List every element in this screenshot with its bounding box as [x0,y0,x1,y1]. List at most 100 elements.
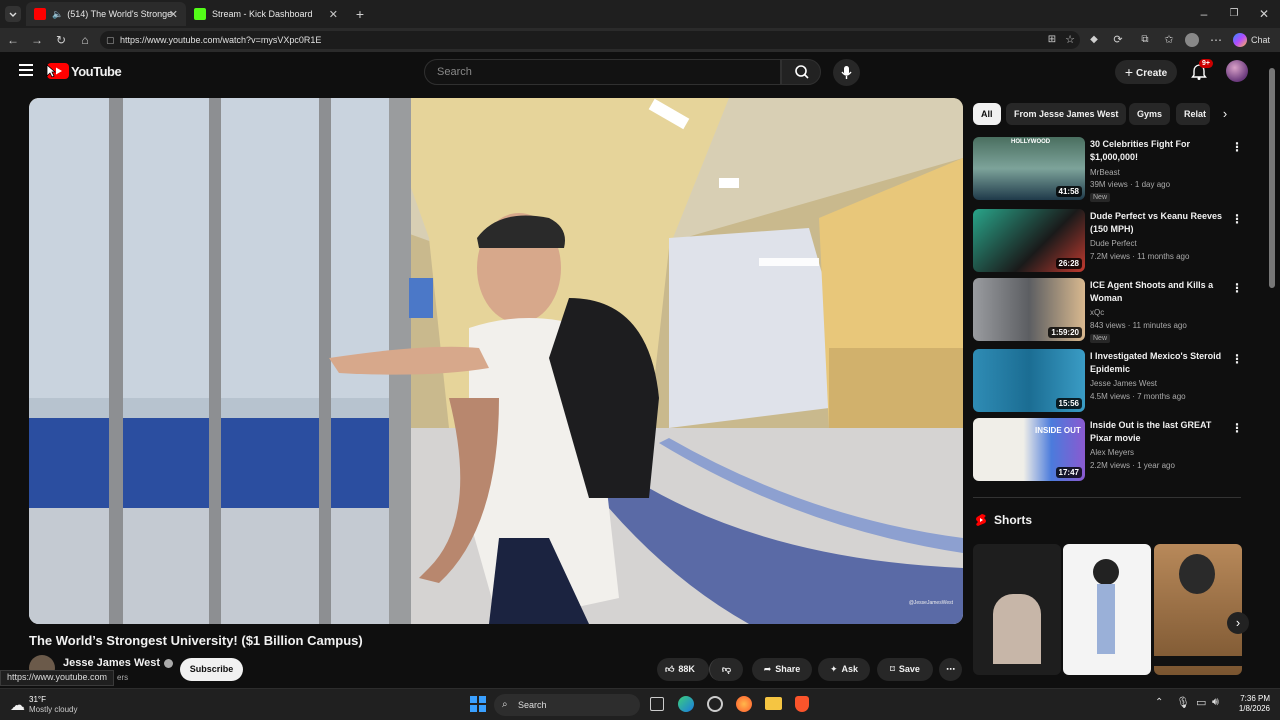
search-button[interactable] [781,59,821,85]
windows-start-icon[interactable] [470,696,486,712]
more-actions-button[interactable]: ⋯ [939,658,962,681]
video-thumbnail[interactable]: 15:56 [973,349,1085,412]
recommendation-item[interactable]: INSIDE OUT 17:47 Inside Out is the last … [973,418,1243,482]
video-thumbnail[interactable]: 26:28 [973,209,1085,272]
close-tab-icon[interactable]: ✕ [169,8,178,21]
tab-youtube[interactable]: 🔈 (514) The World's Strongest U ✕ [26,2,186,26]
more-vert-icon[interactable]: ⋮ [1231,421,1243,435]
duration-badge: 15:56 [1055,398,1082,409]
weather-widget[interactable]: ☁ 31°F Mostly cloudy [10,695,77,715]
hamburger-menu-icon[interactable] [19,64,33,76]
extensions-puzzle-icon[interactable]: ⟳ [1110,32,1126,48]
rec-title[interactable]: ICE Agent Shoots and Kills a Woman [1090,279,1225,305]
bookmark-icon: ⌑ [890,664,895,674]
rec-channel[interactable]: Alex Meyers [1090,448,1134,457]
app-circle-icon[interactable] [707,696,723,712]
recommendation-item[interactable]: 1:59:20 ICE Agent Shoots and Kills a Wom… [973,278,1243,343]
rec-channel[interactable]: xQc [1090,308,1104,317]
address-bar[interactable]: ▢ https://www.youtube.com/watch?v=mysVXp… [100,31,1080,49]
create-button[interactable]: + Create [1115,60,1177,84]
minimize-icon[interactable]: – [1196,6,1212,22]
rec-title[interactable]: Inside Out is the last GREAT Pixar movie [1090,419,1225,445]
home-icon[interactable]: ⌂ [77,32,93,48]
ask-button[interactable]: ✦ Ask [818,658,870,681]
dislike-button[interactable]: 👎︎ [709,658,743,681]
page-scrollbar[interactable] [1268,60,1276,688]
more-vert-icon[interactable]: ⋮ [1231,140,1243,154]
speaker-icon[interactable]: 🔈 [52,9,63,20]
rec-channel[interactable]: Jesse James West [1090,379,1157,388]
volume-icon[interactable]: 🔊︎ [1212,696,1219,709]
refresh-icon[interactable]: ↻ [53,32,69,48]
short-thumbnail[interactable] [973,544,1061,675]
favorites-icon[interactable]: ✩ [1161,32,1177,48]
app-available-icon[interactable]: ⊞ [1044,32,1060,48]
rec-title[interactable]: 30 Celebrities Fight For $1,000,000! [1090,138,1225,164]
profile-avatar-icon[interactable] [1185,33,1199,47]
voice-search-button[interactable] [833,59,860,86]
chevron-right-icon[interactable]: › [1216,106,1234,124]
network-icon[interactable]: ▭ [1196,696,1206,709]
recommendation-item[interactable]: 15:56 I Investigated Mexico's Steroid Ep… [973,349,1243,413]
search-icon: ⌕ [502,699,508,710]
rec-channel[interactable]: MrBeast [1090,168,1120,177]
chip-from-channel[interactable]: From Jesse James West [1006,103,1127,125]
more-menu-icon[interactable]: ⋯ [1208,32,1224,48]
more-vert-icon[interactable]: ⋮ [1231,212,1243,226]
file-explorer-icon[interactable] [765,697,782,710]
save-button[interactable]: ⌑ Save [877,658,933,681]
notifications-button[interactable]: 9+ [1190,59,1213,81]
microphone-tray-icon[interactable]: 🎙︎ [1176,696,1190,709]
rec-channel[interactable]: Dude Perfect [1090,239,1137,248]
search-placeholder: Search [437,66,472,78]
more-vert-icon[interactable]: ⋮ [1231,281,1243,295]
shorts-next-icon[interactable]: › [1227,612,1249,634]
recommendation-item[interactable]: 26:28 Dude Perfect vs Keanu Reeves (150 … [973,209,1243,273]
chevron-up-icon[interactable]: ⌃ [1155,697,1163,708]
short-thumbnail[interactable] [1154,544,1242,675]
brave-browser-icon[interactable] [795,696,809,712]
extension-icon[interactable]: ◆ [1086,32,1102,48]
channel-name-link[interactable]: Jesse James West [63,657,174,669]
shorts-icon [976,514,986,526]
rec-title[interactable]: Dude Perfect vs Keanu Reeves (150 MPH) [1090,210,1225,236]
forward-icon[interactable]: → [29,32,45,48]
video-thumbnail[interactable]: 1:59:20 [973,278,1085,341]
favorite-star-icon[interactable]: ☆ [1062,32,1078,48]
recommendation-item[interactable]: HOLLYWOOD 41:58 30 Celebrities Fight For… [973,137,1243,202]
tab-kick-dashboard[interactable]: Stream - Kick Dashboard ✕ [186,2,346,26]
scrollbar-thumb[interactable] [1269,68,1275,288]
video-thumbnail[interactable]: INSIDE OUT 17:47 [973,418,1085,481]
chip-related[interactable]: Relat [1176,103,1210,125]
duration-badge: 41:58 [1055,186,1082,197]
youtube-logo[interactable]: YouTube [47,63,122,79]
firefox-icon[interactable] [736,696,752,712]
share-button[interactable]: ➦ Share [752,658,812,681]
rec-title[interactable]: I Investigated Mexico's Steroid Epidemic [1090,350,1225,376]
short-thumbnail[interactable] [1063,544,1151,675]
chip-gyms[interactable]: Gyms [1129,103,1171,125]
more-horizontal-icon: ⋯ [946,664,955,674]
copilot-chat-button[interactable]: Chat [1233,32,1270,48]
site-info-icon[interactable]: ▢ [106,31,115,49]
task-view-icon[interactable] [650,697,664,711]
tab-list-button[interactable] [5,6,21,22]
like-button[interactable]: 👍︎ 88K [657,658,709,681]
close-tab-icon[interactable]: ✕ [329,8,338,21]
subscribe-button[interactable]: Subscribe [180,658,243,681]
restore-icon[interactable]: ❐ [1226,6,1242,22]
account-avatar[interactable] [1226,60,1248,82]
new-tab-icon[interactable]: + [352,6,368,22]
back-icon[interactable]: ← [5,32,21,48]
taskbar-search-box[interactable]: ⌕ Search [494,694,640,716]
video-thumbnail[interactable]: HOLLYWOOD 41:58 [973,137,1085,200]
search-input[interactable]: Search [424,59,781,85]
split-screen-icon[interactable]: ⧉ [1137,32,1153,48]
save-label: Save [898,664,920,674]
clock[interactable]: 7:36 PM 1/8/2026 [1228,694,1270,714]
close-window-icon[interactable]: ✕ [1256,6,1272,22]
edge-browser-icon[interactable] [678,696,694,712]
more-vert-icon[interactable]: ⋮ [1231,352,1243,366]
video-player[interactable]: @JesseJamesWest [29,98,963,624]
chip-all[interactable]: All [973,103,1001,125]
